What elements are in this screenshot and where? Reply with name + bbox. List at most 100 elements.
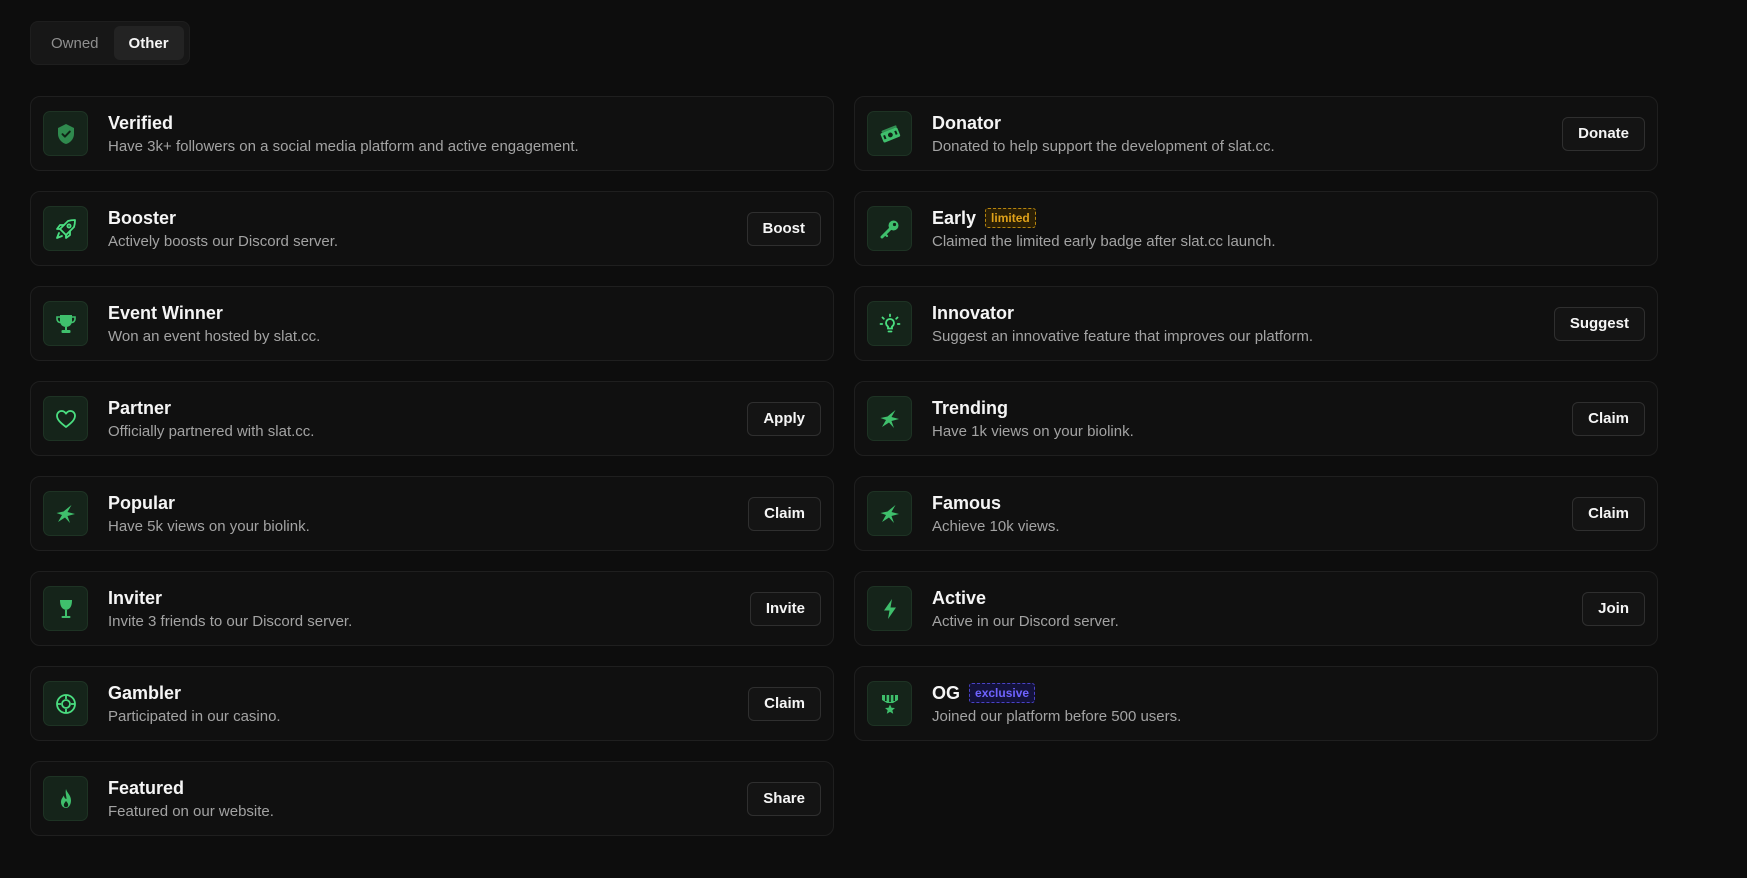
lightbulb-icon	[867, 301, 912, 346]
tab-owned[interactable]: Owned	[36, 26, 114, 60]
grid-spacer	[854, 761, 1658, 836]
badge-description: Invite 3 friends to our Discord server.	[108, 612, 353, 630]
badge-title: Booster	[108, 207, 177, 228]
badge-title: Innovator	[932, 302, 1015, 323]
badge-title-row: Trending	[932, 397, 1572, 419]
sparkle-star-icon	[43, 491, 88, 536]
badge-grid: Verified Have 3k+ followers on a social m…	[30, 96, 1658, 836]
badge-text: Event Winner Won an event hosted by slat.…	[108, 302, 821, 346]
badge-title-row: Partner	[108, 397, 747, 419]
shield-check-icon	[43, 111, 88, 156]
badge-title: Verified	[108, 112, 174, 133]
rocket-icon	[43, 206, 88, 251]
badge-card-event-winner: Event Winner Won an event hosted by slat.…	[30, 286, 834, 361]
badge-title-row: Popular	[108, 492, 748, 514]
badge-title: Inviter	[108, 587, 163, 608]
badge-card-verified: Verified Have 3k+ followers on a social m…	[30, 96, 834, 171]
badge-description: Won an event hosted by slat.cc.	[108, 327, 321, 345]
badge-title-row: Verified	[108, 112, 821, 134]
badge-description: Actively boosts our Discord server.	[108, 232, 339, 250]
badge-title: Early	[932, 207, 977, 228]
badge-title-row: Event Winner	[108, 302, 821, 324]
badge-text: Active Active in our Discord server.	[932, 587, 1582, 631]
badge-title: Active	[932, 587, 987, 608]
badge-description: Have 5k views on your biolink.	[108, 517, 310, 535]
badges-page: Owned Other Verified Have 3k+ followers o…	[0, 0, 1747, 878]
claim-button[interactable]: Claim	[748, 686, 821, 721]
wine-glass-icon	[43, 586, 88, 631]
badge-card-innovator: Innovator Suggest an innovative feature t…	[854, 286, 1658, 361]
badge-text: Booster Actively boosts our Discord serve…	[108, 207, 747, 251]
badge-text: Inviter Invite 3 friends to our Discord s…	[108, 587, 750, 631]
badge-description: Have 3k+ followers on a social media pla…	[108, 137, 579, 155]
money-icon	[867, 111, 912, 156]
badge-text: Popular Have 5k views on your biolink.	[108, 492, 748, 536]
badge-card-active: Active Active in our Discord server. Join	[854, 571, 1658, 646]
badge-text: Partner Officially partnered with slat.cc…	[108, 397, 747, 441]
badge-description: Suggest an innovative feature that impro…	[932, 327, 1314, 345]
badge-card-featured: Featured Featured on our website. Share	[30, 761, 834, 836]
badge-description: Joined our platform before 500 users.	[932, 707, 1182, 725]
badge-card-gambler: Gambler Participated in our casino. Claim	[30, 666, 834, 741]
share-button[interactable]: Share	[747, 781, 821, 816]
key-icon	[867, 206, 912, 251]
badge-card-famous: Famous Achieve 10k views. Claim	[854, 476, 1658, 551]
badge-filter-tabs: Owned Other	[30, 21, 190, 65]
apply-button[interactable]: Apply	[747, 401, 821, 436]
tab-other[interactable]: Other	[113, 26, 184, 60]
claim-button[interactable]: Claim	[1572, 496, 1645, 531]
boost-button[interactable]: Boost	[746, 211, 821, 246]
badge-description: Active in our Discord server.	[932, 612, 1119, 630]
badge-card-popular: Popular Have 5k views on your biolink. Cla…	[30, 476, 834, 551]
badge-card-early: Early limited Claimed the limited early ba…	[854, 191, 1658, 266]
badge-card-inviter: Inviter Invite 3 friends to our Discord s…	[30, 571, 834, 646]
badge-tag-limited: limited	[985, 207, 1036, 228]
badge-title: Event Winner	[108, 302, 223, 323]
poker-chip-icon	[43, 681, 88, 726]
badge-card-trending: Trending Have 1k views on your biolink. Cl…	[854, 381, 1658, 456]
heart-icon	[43, 396, 88, 441]
badge-description: Officially partnered with slat.cc.	[108, 422, 315, 440]
badge-description: Have 1k views on your biolink.	[932, 422, 1134, 440]
medal-icon	[867, 681, 912, 726]
badge-title-row: Innovator	[932, 302, 1554, 324]
badge-text: Gambler Participated in our casino.	[108, 682, 748, 726]
badge-title-row: OG exclusive	[932, 682, 1645, 704]
claim-button[interactable]: Claim	[748, 496, 821, 531]
badge-description: Claimed the limited early badge after sl…	[932, 232, 1276, 250]
badge-title: Partner	[108, 397, 172, 418]
flame-icon	[43, 776, 88, 821]
badge-card-booster: Booster Actively boosts our Discord serve…	[30, 191, 834, 266]
badge-title: Donator	[932, 112, 1001, 133]
badge-title: Featured	[108, 777, 185, 798]
badge-tag-exclusive: exclusive	[969, 682, 1036, 703]
badge-title-row: Famous	[932, 492, 1572, 514]
badge-card-partner: Partner Officially partnered with slat.cc…	[30, 381, 834, 456]
join-button[interactable]: Join	[1582, 591, 1645, 626]
claim-button[interactable]: Claim	[1572, 401, 1645, 436]
badge-text: Trending Have 1k views on your biolink.	[932, 397, 1572, 441]
badge-title-row: Featured	[108, 777, 747, 799]
badge-title: Popular	[108, 492, 176, 513]
sparkle-star-icon	[867, 491, 912, 536]
suggest-button[interactable]: Suggest	[1553, 306, 1645, 341]
badge-title: Trending	[932, 397, 1008, 418]
badge-title-row: Donator	[932, 112, 1562, 134]
badge-text: OG exclusive Joined our platform before 50…	[932, 682, 1645, 726]
badge-card-og: OG exclusive Joined our platform before 50…	[854, 666, 1658, 741]
badge-text: Innovator Suggest an innovative feature t…	[932, 302, 1554, 346]
invite-button[interactable]: Invite	[749, 591, 821, 626]
badge-title-row: Active	[932, 587, 1582, 609]
badge-title: Gambler	[108, 682, 182, 703]
badge-text: Famous Achieve 10k views.	[932, 492, 1572, 536]
badge-title: Famous	[932, 492, 1002, 513]
badge-text: Verified Have 3k+ followers on a social m…	[108, 112, 821, 156]
donate-button[interactable]: Donate	[1562, 116, 1645, 151]
badge-title: OG	[932, 682, 961, 703]
badge-card-donator: Donator Donated to help support the devel…	[854, 96, 1658, 171]
badge-text: Donator Donated to help support the devel…	[932, 112, 1562, 156]
trophy-icon	[43, 301, 88, 346]
badge-description: Achieve 10k views.	[932, 517, 1060, 535]
badge-text: Featured Featured on our website.	[108, 777, 747, 821]
lightning-icon	[867, 586, 912, 631]
